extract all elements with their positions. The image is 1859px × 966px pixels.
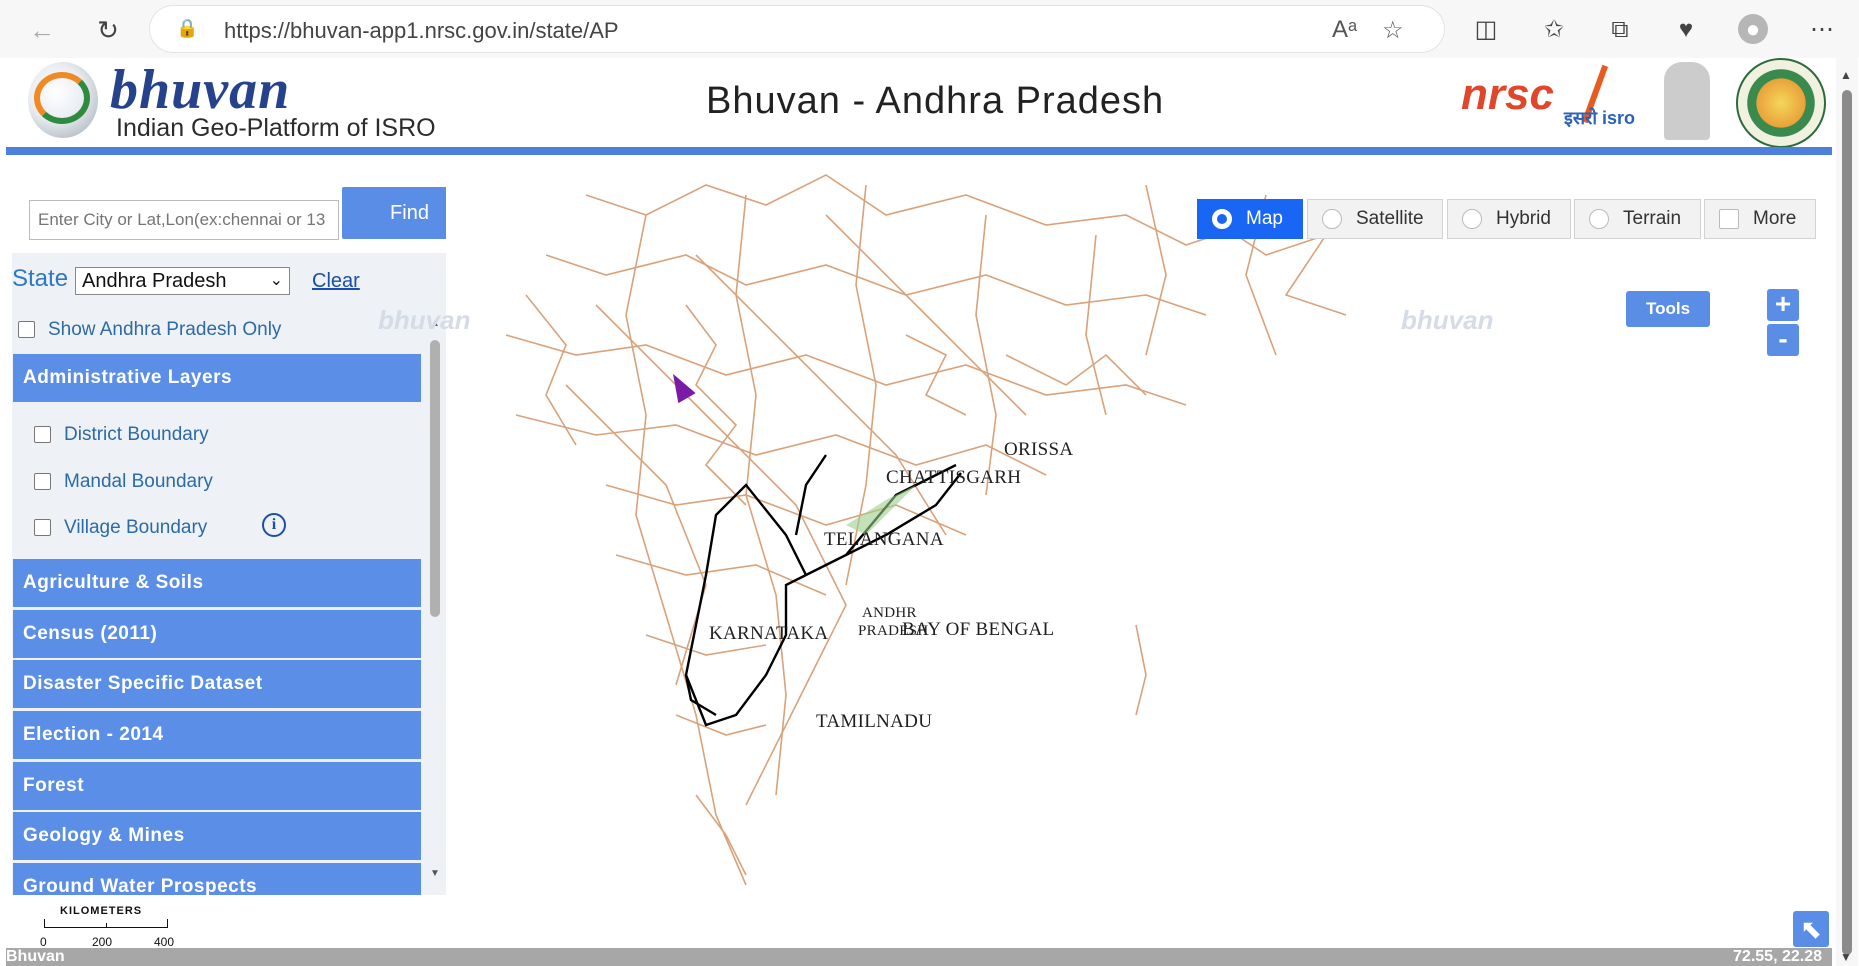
label-orissa: ORISSA <box>1004 439 1074 460</box>
green-area <box>846 485 916 535</box>
info-icon[interactable]: i <box>262 513 286 537</box>
district-boundary-label[interactable]: District Boundary <box>64 424 209 446</box>
ap-state-seal-icon <box>1736 58 1826 148</box>
site-header: bhuvan Indian Geo-Platform of ISRO Bhuva… <box>6 58 1832 148</box>
map-type-satellite-label[interactable]: Satellite <box>1356 200 1424 238</box>
page-scroll-up-icon[interactable]: ▲ <box>1840 68 1852 82</box>
coordinates-readout: 72.55, 22.28 <box>1733 948 1822 965</box>
hybrid-radio[interactable] <box>1462 209 1482 229</box>
scale-label-200: 200 <box>92 935 113 949</box>
chevron-down-icon: ⌄ <box>269 272 283 289</box>
lock-icon[interactable]: 🔒 <box>176 18 198 38</box>
show-state-only-label[interactable]: Show Andhra Pradesh Only <box>48 319 281 341</box>
scroll-down-icon[interactable]: ▼ <box>428 868 442 879</box>
page-scroll-down-icon[interactable]: ▼ <box>1840 950 1852 964</box>
map-watermark-left: bhuvan <box>378 305 471 335</box>
terrain-radio[interactable] <box>1589 209 1609 229</box>
expand-icon[interactable]: ⬉ <box>1793 911 1829 947</box>
clear-link[interactable]: Clear <box>312 270 360 293</box>
page-title: Bhuvan - Andhra Pradesh <box>706 80 1165 122</box>
status-bar: Bhuvan 72.55, 22.28 <box>6 948 1832 966</box>
nrsc-logo: nrsc <box>1461 70 1554 119</box>
satellite-radio[interactable] <box>1322 209 1342 229</box>
section-census-2011[interactable]: Census (2011) <box>13 610 421 658</box>
footer-brand: Bhuvan <box>6 948 65 965</box>
state-boundary <box>684 454 962 727</box>
label-karnataka: KARNATAKA <box>709 623 829 644</box>
map-type-satellite[interactable]: Satellite <box>1307 199 1443 239</box>
map-watermark-right: bhuvan <box>1401 305 1494 335</box>
scale-label-0: 0 <box>40 935 47 949</box>
label-bay-of-bengal: BAY OF BENGAL <box>902 619 1055 640</box>
national-emblem-icon <box>1664 62 1710 140</box>
url-text[interactable]: https://bhuvan-app1.nrsc.gov.in/state/AP <box>224 18 619 44</box>
map-canvas[interactable]: bhuvan bhuvan ORISSA CHATTISGARH TELANGA… <box>378 155 1834 948</box>
more-checkbox[interactable] <box>1719 209 1739 229</box>
header-divider <box>6 147 1832 155</box>
section-disaster-dataset[interactable]: Disaster Specific Dataset <box>13 660 421 708</box>
scale-label-400: 400 <box>154 935 175 949</box>
back-icon[interactable]: ← <box>24 12 60 48</box>
scale-title: KILOMETERS <box>60 905 143 917</box>
browser-toolbar: ← ↻ 🔒 https://bhuvan-app1.nrsc.gov.in/st… <box>0 0 1859 58</box>
state-select-value: Andhra Pradesh <box>82 270 227 292</box>
map-type-more-label[interactable]: More <box>1753 200 1796 238</box>
refresh-icon[interactable]: ↻ <box>90 12 126 48</box>
show-state-only-checkbox[interactable] <box>18 321 35 338</box>
india-map-svg <box>505 174 1347 886</box>
mandal-boundary-checkbox[interactable] <box>34 473 51 490</box>
state-label: State <box>12 265 69 292</box>
zoom-out-button[interactable]: - <box>1767 324 1799 356</box>
map-type-map[interactable]: Map <box>1197 199 1303 239</box>
section-ground-water[interactable]: Ground Water Prospects <box>13 863 421 895</box>
panel-scroll-thumb[interactable] <box>430 340 440 617</box>
collections-icon[interactable]: ⧉ <box>1604 14 1636 46</box>
section-election-2014[interactable]: Election - 2014 <box>13 711 421 759</box>
bhuvan-globe-logo <box>28 62 98 138</box>
favorites-icon[interactable]: ✩ <box>1538 14 1570 46</box>
more-icon[interactable]: ⋯ <box>1806 14 1838 46</box>
map-type-terrain-label[interactable]: Terrain <box>1623 200 1681 238</box>
map-radio[interactable] <box>1212 209 1232 229</box>
section-administrative-layers[interactable]: Administrative Layers <box>13 354 421 402</box>
state-select[interactable]: Andhra Pradesh ⌄ <box>75 267 290 295</box>
map-type-map-label[interactable]: Map <box>1246 200 1283 238</box>
split-screen-icon[interactable]: ◫ <box>1470 14 1502 46</box>
favorite-star-icon[interactable]: ☆ <box>1382 16 1404 45</box>
read-aloud-icon[interactable]: A͏ᵃ <box>1332 16 1357 44</box>
search-input[interactable] <box>29 200 339 240</box>
zoom-in-button[interactable]: + <box>1767 289 1799 321</box>
label-chattisgarh: CHATTISGARH <box>886 467 1022 488</box>
village-boundary-label[interactable]: Village Boundary <box>64 517 207 539</box>
page-scrollbar[interactable]: ▲ ▼ <box>1836 58 1858 966</box>
label-tamilnadu: TAMILNADU <box>816 711 933 732</box>
section-forest[interactable]: Forest <box>13 762 421 810</box>
brand-subtitle: Indian Geo-Platform of ISRO <box>116 114 436 142</box>
isro-logo: इसरो isro <box>1556 64 1636 144</box>
profile-icon[interactable]: ● <box>1738 14 1768 44</box>
mandal-boundary-label[interactable]: Mandal Boundary <box>64 471 213 493</box>
bhuvan-logo-text: bhuvan <box>110 59 291 121</box>
tools-button[interactable]: Tools <box>1626 291 1710 327</box>
label-telangana: TELANGANA <box>824 529 944 550</box>
page-scroll-thumb[interactable] <box>1842 90 1852 955</box>
section-agriculture-soils[interactable]: Agriculture & Soils <box>13 559 421 607</box>
map-type-hybrid[interactable]: Hybrid <box>1447 199 1571 239</box>
address-bar[interactable]: 🔒 https://bhuvan-app1.nrsc.gov.in/state/… <box>150 6 1444 52</box>
district-boundary-checkbox[interactable] <box>34 426 51 443</box>
village-boundary-checkbox[interactable] <box>34 519 51 536</box>
section-geology-mines[interactable]: Geology & Mines <box>13 812 421 860</box>
map-type-terrain[interactable]: Terrain <box>1574 199 1701 239</box>
map-type-hybrid-label[interactable]: Hybrid <box>1496 200 1551 238</box>
map-type-more[interactable]: More <box>1704 199 1816 239</box>
performance-icon[interactable]: ♥ <box>1670 14 1702 46</box>
panel-scrollbar[interactable]: ▲ ▼ <box>428 318 442 880</box>
